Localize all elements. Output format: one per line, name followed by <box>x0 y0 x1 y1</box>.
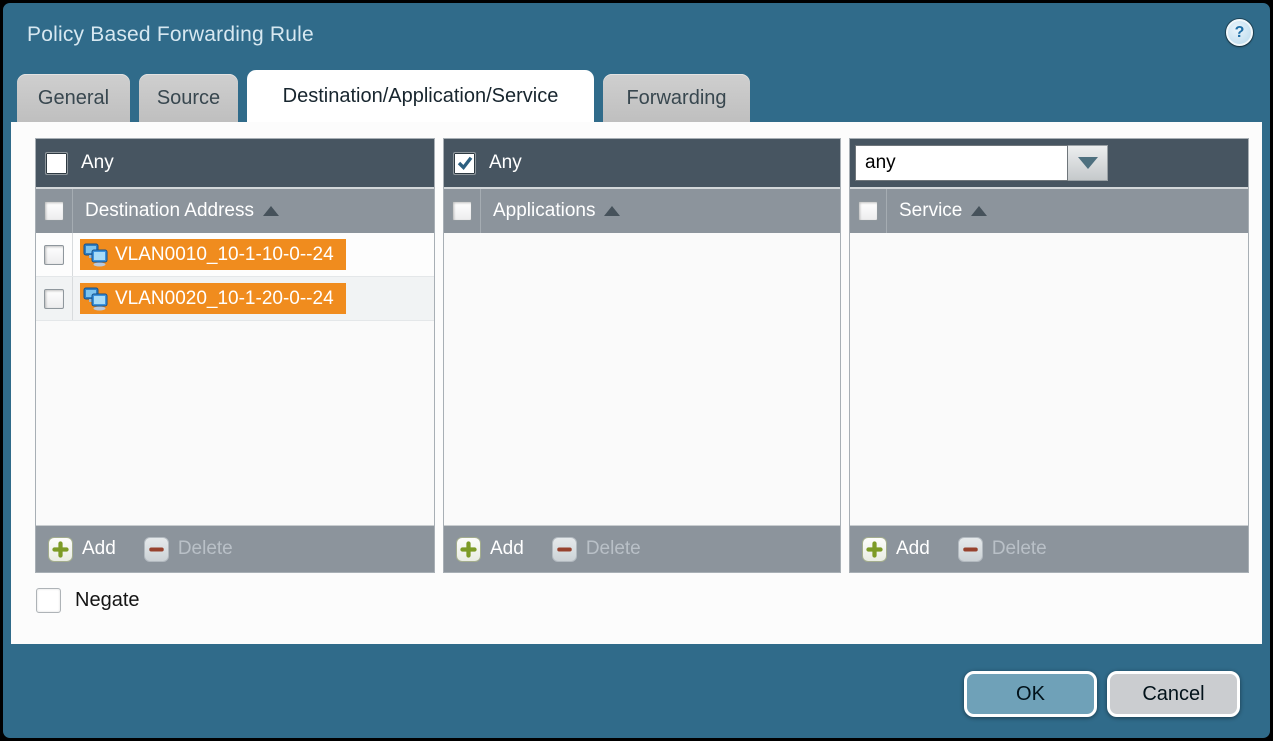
destination-select-all-checkbox[interactable] <box>44 201 64 221</box>
title-bar: Policy Based Forwarding Rule ? <box>3 3 1270 70</box>
service-any-bar: any <box>850 139 1248 187</box>
tab-forwarding[interactable]: Forwarding <box>603 74 750 122</box>
applications-any-checkbox[interactable] <box>453 152 476 175</box>
applications-list <box>444 233 840 525</box>
tab-general[interactable]: General <box>17 74 130 122</box>
address-chip[interactable]: VLAN0020_10-1-20-0--24 <box>80 283 346 314</box>
service-column-header: Service <box>850 187 1248 233</box>
dropdown-button[interactable] <box>1068 145 1108 181</box>
network-address-icon <box>83 287 109 311</box>
help-icon[interactable]: ? <box>1226 19 1253 46</box>
plus-icon <box>862 537 887 562</box>
network-address-icon <box>83 243 109 267</box>
destination-header-label[interactable]: Destination Address <box>85 200 254 222</box>
service-select-all-checkbox[interactable] <box>858 201 878 221</box>
service-column: any Service <box>849 138 1249 573</box>
address-chip-label: VLAN0010_10-1-10-0--24 <box>115 244 334 266</box>
applications-add-button[interactable]: Add <box>456 537 524 562</box>
minus-icon <box>552 537 577 562</box>
negate-checkbox[interactable] <box>36 588 61 613</box>
service-delete-button[interactable]: Delete <box>958 537 1047 562</box>
plus-icon <box>456 537 481 562</box>
tab-bar: General Source Destination/Application/S… <box>3 70 1270 122</box>
negate-label: Negate <box>75 589 140 612</box>
dialog-footer: OK Cancel <box>3 644 1270 738</box>
negate-row: Negate <box>36 588 140 613</box>
destination-column-header: Destination Address <box>36 187 434 233</box>
applications-column: Any Applications Add <box>443 138 841 573</box>
destination-footer-toolbar: Add Delete <box>36 525 434 572</box>
tab-source[interactable]: Source <box>139 74 238 122</box>
address-chip[interactable]: VLAN0010_10-1-10-0--24 <box>80 239 346 270</box>
table-row[interactable]: VLAN0020_10-1-20-0--24 <box>36 277 434 321</box>
ok-button[interactable]: OK <box>964 671 1097 717</box>
sort-asc-icon[interactable] <box>604 206 620 216</box>
destination-add-button[interactable]: Add <box>48 537 116 562</box>
destination-any-checkbox[interactable] <box>45 152 68 175</box>
row-checkbox[interactable] <box>44 245 64 265</box>
service-type-dropdown[interactable]: any <box>855 145 1108 181</box>
service-footer-toolbar: Add Delete <box>850 525 1248 572</box>
applications-any-label: Any <box>489 152 522 174</box>
applications-any-bar: Any <box>444 139 840 187</box>
applications-header-label[interactable]: Applications <box>493 200 595 222</box>
columns-container: Any Destination Address <box>35 138 1249 573</box>
applications-column-header: Applications <box>444 187 840 233</box>
table-row[interactable]: VLAN0010_10-1-10-0--24 <box>36 233 434 277</box>
service-add-button[interactable]: Add <box>862 537 930 562</box>
plus-icon <box>48 537 73 562</box>
destination-address-column: Any Destination Address <box>35 138 435 573</box>
minus-icon <box>144 537 169 562</box>
minus-icon <box>958 537 983 562</box>
applications-select-all-checkbox[interactable] <box>452 201 472 221</box>
destination-delete-button[interactable]: Delete <box>144 537 233 562</box>
sort-asc-icon[interactable] <box>971 206 987 216</box>
service-type-dropdown-value[interactable]: any <box>855 145 1068 181</box>
policy-based-forwarding-dialog: Policy Based Forwarding Rule ? General S… <box>0 0 1273 741</box>
row-checkbox[interactable] <box>44 289 64 309</box>
cancel-button[interactable]: Cancel <box>1107 671 1240 717</box>
service-list <box>850 233 1248 525</box>
service-header-label[interactable]: Service <box>899 200 962 222</box>
destination-any-bar: Any <box>36 139 434 187</box>
applications-footer-toolbar: Add Delete <box>444 525 840 572</box>
dialog-title: Policy Based Forwarding Rule <box>27 23 314 46</box>
tab-content-panel: Any Destination Address <box>11 122 1262 644</box>
chevron-down-icon <box>1078 157 1098 169</box>
applications-delete-button[interactable]: Delete <box>552 537 641 562</box>
destination-address-list: VLAN0010_10-1-10-0--24 <box>36 233 434 525</box>
address-chip-label: VLAN0020_10-1-20-0--24 <box>115 288 334 310</box>
sort-asc-icon[interactable] <box>263 206 279 216</box>
tab-destination-application-service[interactable]: Destination/Application/Service <box>247 70 594 122</box>
destination-any-label: Any <box>81 152 114 174</box>
